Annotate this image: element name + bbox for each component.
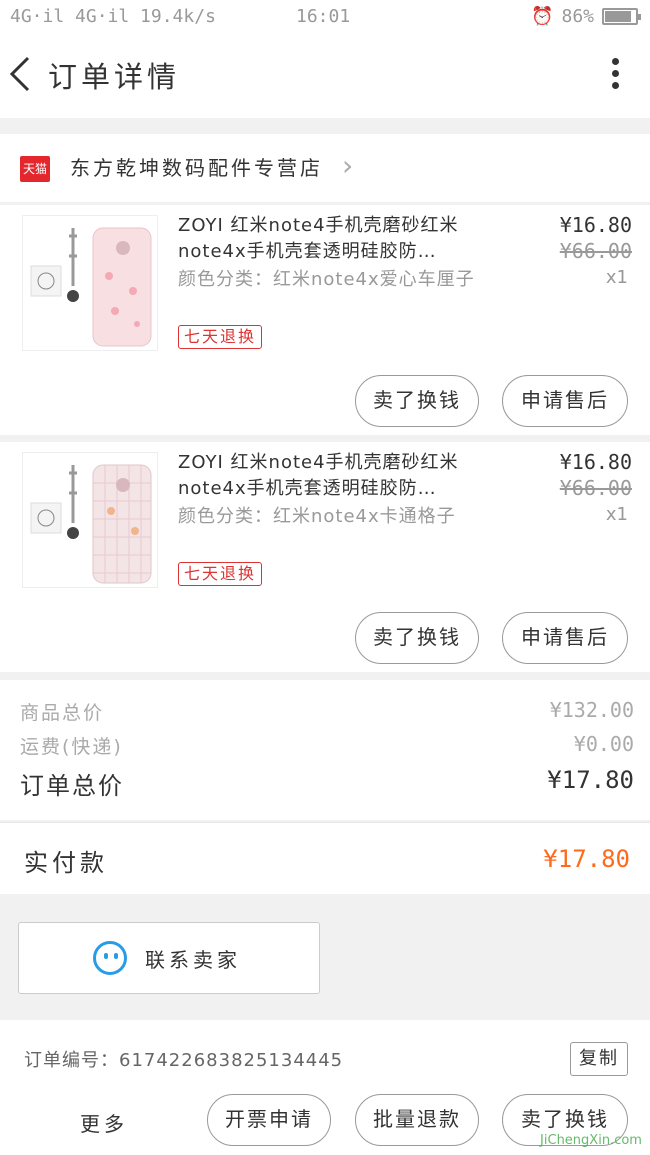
- alarm-icon: ⏰: [531, 6, 554, 27]
- product-title[interactable]: ZOYI 红米note4手机壳磨砂红米note4x手机壳套透明硅胶防…: [178, 213, 508, 265]
- signal-indicator: 4G·il 4G·il 19.4k/s: [10, 6, 216, 27]
- nav-bar: 订单详情: [0, 34, 650, 118]
- watermark: JiChengXin.com: [536, 1100, 646, 1150]
- order-total-value: ¥17.80: [547, 766, 634, 794]
- order-summary: 商品总价 ¥132.00 运费(快递) ¥0.00 订单总价 ¥17.80: [0, 680, 650, 820]
- tmall-logo: 天猫: [20, 156, 50, 182]
- copy-button[interactable]: 复制: [570, 1042, 628, 1076]
- shipping-value: ¥0.00: [573, 732, 634, 756]
- product-quantity: x1: [605, 267, 628, 288]
- order-total-label: 订单总价: [20, 772, 124, 800]
- product-image[interactable]: [22, 215, 158, 351]
- product-image[interactable]: [22, 452, 158, 588]
- product-original-price: ¥66.00: [559, 476, 632, 500]
- clock: 16:01: [296, 6, 351, 27]
- after-sale-button[interactable]: 申请售后: [502, 612, 628, 664]
- order-number: 订单编号：617422683825134445: [24, 1050, 344, 1071]
- product-sku: 颜色分类：红米note4x爱心车厘子: [178, 269, 475, 290]
- watermark-text: JiChengXin.com: [540, 1133, 642, 1148]
- order-item: ZOYI 红米note4手机壳磨砂红米note4x手机壳套透明硅胶防… 颜色分类…: [0, 442, 650, 672]
- page-title: 订单详情: [48, 60, 181, 94]
- payment-row: 实付款 ¥17.80: [0, 822, 650, 894]
- sell-button[interactable]: 卖了换钱: [355, 612, 479, 664]
- chat-bubble-icon: [93, 941, 127, 975]
- contact-seller-label: 联系卖家: [145, 948, 241, 972]
- more-button[interactable]: 更多: [80, 1108, 128, 1137]
- shop-name[interactable]: 东方乾坤数码配件专营店: [70, 152, 323, 181]
- back-icon[interactable]: [6, 54, 42, 94]
- after-sale-button[interactable]: 申请售后: [502, 375, 628, 427]
- bulk-refund-button[interactable]: 批量退款: [355, 1094, 479, 1146]
- status-bar: 4G·il 4G·il 19.4k/s 16:01 ⏰ 86%: [0, 0, 650, 34]
- shipping-label: 运费(快递): [20, 736, 123, 758]
- battery-icon: [602, 8, 641, 25]
- order-item: ZOYI 红米note4手机壳磨砂红米note4x手机壳套透明硅胶防… 颜色分类…: [0, 205, 650, 435]
- seven-day-return-badge: 七天退换: [178, 325, 263, 349]
- status-right: ⏰ 86%: [531, 6, 641, 27]
- sell-button[interactable]: 卖了换钱: [355, 375, 479, 427]
- contact-seller-button[interactable]: 联系卖家: [18, 922, 320, 994]
- paid-label: 实付款: [24, 849, 108, 877]
- chevron-right-icon: ›: [342, 149, 354, 182]
- product-quantity: x1: [605, 504, 628, 525]
- shop-row[interactable]: 天猫 东方乾坤数码配件专营店 ›: [0, 134, 650, 202]
- product-price: ¥16.80: [559, 213, 632, 237]
- product-title[interactable]: ZOYI 红米note4手机壳磨砂红米note4x手机壳套透明硅胶防…: [178, 450, 508, 502]
- paid-amount: ¥17.80: [543, 845, 630, 873]
- product-price: ¥16.80: [559, 450, 632, 474]
- order-number-row: 订单编号：617422683825134445 复制: [0, 1020, 650, 1090]
- goods-total-label: 商品总价: [20, 702, 105, 724]
- goods-total-value: ¥132.00: [549, 698, 634, 722]
- invoice-request-button[interactable]: 开票申请: [207, 1094, 331, 1146]
- product-original-price: ¥66.00: [559, 239, 632, 263]
- more-menu-icon[interactable]: [610, 58, 620, 98]
- product-sku: 颜色分类：红米note4x卡通格子: [178, 506, 456, 527]
- seven-day-return-badge: 七天退换: [178, 562, 263, 586]
- battery-percent: 86%: [561, 6, 594, 27]
